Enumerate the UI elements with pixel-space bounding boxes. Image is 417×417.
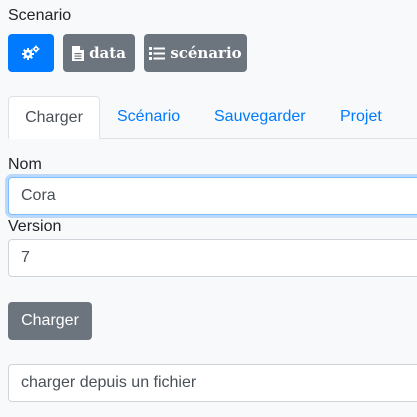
panel-title: Scenario xyxy=(8,7,72,24)
file-icon xyxy=(72,45,85,61)
file-input-label: charger depuis un fichier xyxy=(21,374,197,391)
tab-sauvegarder[interactable]: Sauvegarder xyxy=(214,96,306,138)
settings-button[interactable] xyxy=(8,34,54,72)
scenario-panel: Scenario data scénario Charger Scénario … xyxy=(0,0,417,417)
tab-projet[interactable]: Projet xyxy=(340,96,382,138)
version-input-value: 7 xyxy=(21,249,30,266)
data-button[interactable]: data xyxy=(63,34,135,72)
tab-charger[interactable]: Charger xyxy=(8,96,100,139)
name-input-value: Cora xyxy=(21,187,56,204)
list-icon xyxy=(149,46,166,60)
tab-scenario[interactable]: Scénario xyxy=(117,96,180,138)
load-button[interactable]: Charger xyxy=(8,302,92,340)
data-button-label: data xyxy=(89,44,126,62)
version-input[interactable]: 7 xyxy=(8,239,417,277)
scenario-button[interactable]: scénario xyxy=(144,34,247,72)
name-input[interactable]: Cora xyxy=(8,177,417,215)
tab-bar: Charger Scénario Sauvegarder Projet xyxy=(8,96,417,139)
file-input[interactable]: charger depuis un fichier xyxy=(8,364,417,402)
scenario-button-label: scénario xyxy=(170,44,242,62)
gears-icon xyxy=(22,45,40,61)
version-label: Version xyxy=(8,218,62,235)
name-label: Nom xyxy=(8,156,42,173)
